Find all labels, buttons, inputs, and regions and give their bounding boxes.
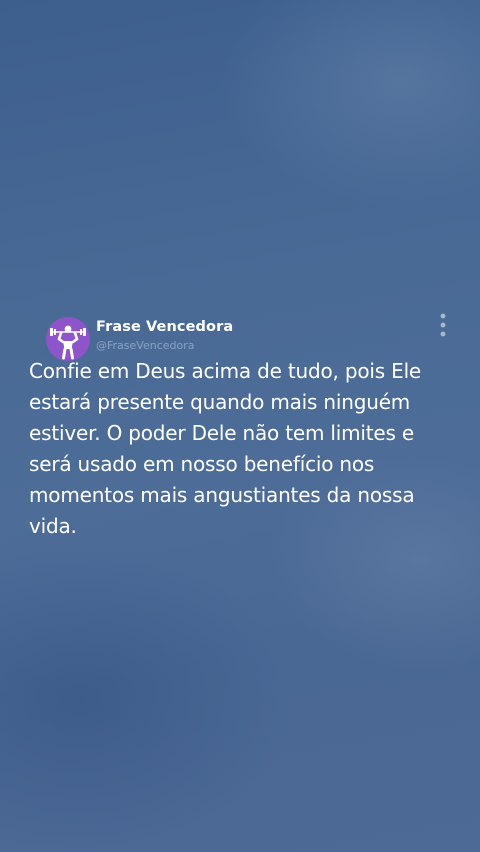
author-name[interactable]: Frase Vencedora [96, 319, 233, 335]
vertical-ellipsis-icon [440, 313, 446, 337]
avatar[interactable] [46, 317, 90, 361]
more-options-button[interactable] [434, 312, 452, 340]
post-text: Confie em Deus acima de tudo, pois Ele e… [29, 359, 422, 538]
author-handle[interactable]: @FraseVencedora [96, 339, 195, 352]
strongman-icon [50, 325, 86, 360]
screen: { "post": { "author": { "name": "Frase V… [0, 0, 480, 852]
post-card: Frase Vencedora @FraseVencedora Confie e… [0, 312, 480, 552]
